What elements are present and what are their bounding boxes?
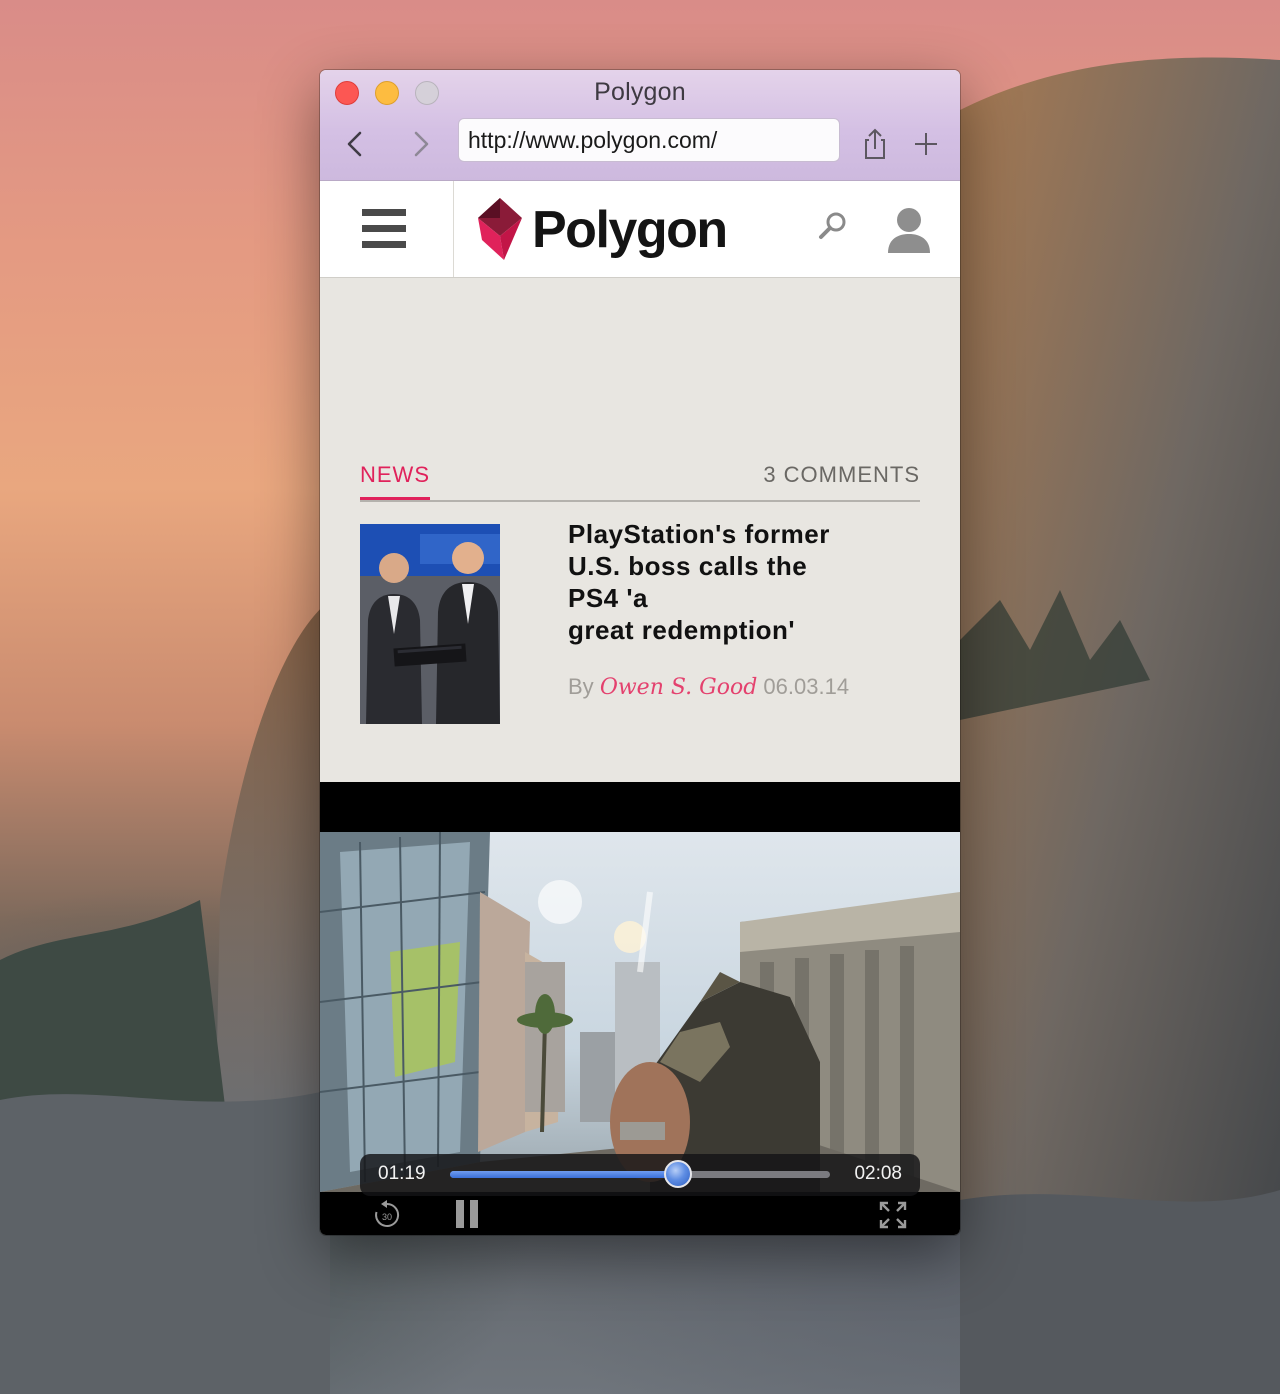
share-icon [865,128,885,159]
user-icon [888,208,930,253]
article-meta: NEWS 3 COMMENTS [360,462,920,502]
thumbnail-photo [360,524,500,724]
category-tag[interactable]: NEWS [360,462,430,500]
article-date: 06.03.14 [763,674,850,699]
hamburger-icon [362,209,406,216]
back-button[interactable] [338,126,374,162]
fullscreen-button[interactable] [878,1200,908,1230]
search-button[interactable] [816,209,850,243]
polygon-logo-icon [478,198,522,260]
plus-icon [915,133,937,155]
headline-line: PlayStation's former [568,519,830,549]
skip-back-button[interactable]: 30 [372,1200,402,1230]
comments-link[interactable]: 3 COMMENTS [763,462,920,488]
progress-handle[interactable] [664,1160,692,1188]
chevron-left-icon [347,131,362,157]
ad-space [320,278,960,458]
window-title: Polygon [594,78,686,106]
logo-text: Polygon [532,201,728,259]
progress-track[interactable] [450,1160,830,1188]
site-logo[interactable]: Polygon [476,187,728,273]
author-link[interactable]: Owen S. Good [600,675,757,700]
search-icon [819,212,846,239]
forward-button[interactable] [402,126,438,162]
headline-line: great redemption' [568,615,796,645]
progress-fill [450,1171,678,1178]
site-header: Polygon [320,181,960,278]
pause-icon [456,1200,478,1228]
new-tab-button[interactable] [906,124,946,164]
title-bar: Polygon http://www.polygon.com/ [320,70,960,181]
byline: By Owen S. Good 06.03.14 [568,674,849,700]
article-thumbnail[interactable] [360,524,500,724]
video-still [320,832,960,1192]
current-time: 01:19 [378,1163,426,1184]
address-bar[interactable]: http://www.polygon.com/ [458,118,840,162]
page-content: NEWS 3 COMMENTS PlayStation's former U.S… [320,278,960,784]
video-frame[interactable] [320,832,960,1192]
hamburger-icon [362,241,406,248]
article-headline[interactable]: PlayStation's former U.S. boss calls the… [568,518,898,646]
skip-back-30-icon: 30 [375,1200,400,1227]
hamburger-icon [362,225,406,232]
pause-button[interactable] [453,1200,481,1228]
chevron-right-icon [414,131,429,157]
video-player[interactable]: 01:19 02:08 30 [320,782,960,1235]
byline-prefix: By [568,674,594,699]
account-button[interactable] [886,205,932,255]
fullscreen-icon [879,1201,907,1229]
share-button[interactable] [855,124,895,164]
headline-line: PS4 'a [568,583,649,613]
headline-line: U.S. boss calls the [568,551,808,581]
skip-label: 30 [382,1212,392,1222]
browser-window: Polygon http://www.polygon.com/ Polygon … [320,70,960,1235]
menu-button[interactable] [320,181,454,277]
video-scrubber: 01:19 02:08 [360,1154,920,1196]
duration: 02:08 [854,1163,902,1184]
